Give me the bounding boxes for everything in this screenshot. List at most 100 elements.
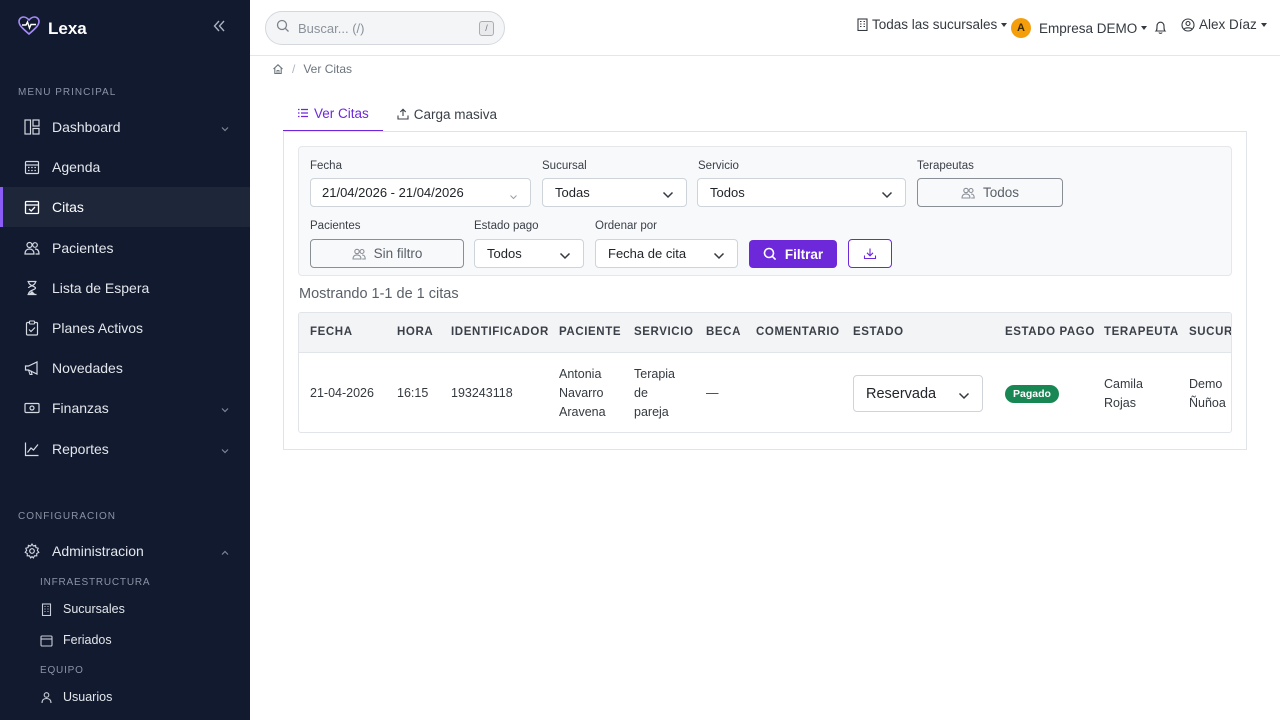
search-icon <box>276 19 290 38</box>
notifications-button[interactable] <box>1154 20 1167 35</box>
sidebar-item-planes-activos[interactable]: Planes Activos <box>0 308 250 348</box>
tab-carga-masiva[interactable]: Carga masiva <box>383 96 511 132</box>
chevron-down-icon <box>958 389 970 400</box>
column-header-identificador[interactable]: IDENTIFICADOR <box>451 326 549 338</box>
home-icon[interactable] <box>272 63 284 75</box>
breadcrumb-separator: / <box>292 62 296 76</box>
sidebar-item-citas[interactable]: Citas <box>0 187 250 227</box>
column-header-servicio[interactable]: SERVICIO <box>634 326 694 338</box>
chevron-down-icon <box>509 189 518 200</box>
column-header-comentario[interactable]: COMENTARIO <box>756 326 840 338</box>
column-header-hora[interactable]: HORA <box>397 326 433 338</box>
bell-icon <box>1154 20 1167 35</box>
search-input[interactable]: Buscar... (/) / <box>265 11 505 45</box>
company-selector[interactable]: A Empresa DEMO <box>1011 18 1148 38</box>
chart-line-icon <box>24 441 40 457</box>
sidebar-item-finanzas[interactable]: Finanzas <box>0 388 250 428</box>
estado-pago-select[interactable]: Todos <box>474 239 584 268</box>
gear-icon <box>24 543 40 559</box>
sidebar-item-label: Administracion <box>52 543 144 559</box>
column-header-estado[interactable]: ESTADO <box>853 326 904 338</box>
terapeutas-filter-button[interactable]: Todos <box>917 178 1063 207</box>
users-icon <box>961 187 975 199</box>
building-icon <box>40 602 53 616</box>
sidebar-item-lista-espera[interactable]: Lista de Espera <box>0 268 250 308</box>
tab-label: Ver Citas <box>314 105 369 121</box>
sucursal-value: Todas <box>555 185 590 200</box>
column-header-paciente[interactable]: PACIENTE <box>559 326 621 338</box>
cell-beca: — <box>706 386 719 400</box>
filter-label-ordenar: Ordenar por <box>595 220 658 232</box>
pacientes-filter-button[interactable]: Sin filtro <box>310 239 464 268</box>
branch-selector[interactable]: Todas las sucursales <box>857 17 1008 32</box>
users-icon <box>24 240 40 256</box>
sidebar-item-label: Citas <box>52 199 84 215</box>
dashboard-icon <box>24 119 40 135</box>
sidebar-item-agenda[interactable]: Agenda <box>0 147 250 187</box>
sidebar-subitem-usuarios[interactable]: Usuarios <box>40 685 112 709</box>
sidebar-item-label: Pacientes <box>52 240 114 256</box>
building-icon <box>857 18 868 31</box>
sidebar-subitem-sucursales[interactable]: Sucursales <box>40 597 125 621</box>
section-label-menu: MENU PRINCIPAL <box>18 87 117 98</box>
collapse-sidebar-button[interactable] <box>213 18 231 36</box>
clipboard-check-icon <box>24 320 40 336</box>
column-header-beca[interactable]: BECA <box>706 326 741 338</box>
sidebar-item-pacientes[interactable]: Pacientes <box>0 228 250 268</box>
sidebar-subitem-feriados[interactable]: Feriados <box>40 628 112 652</box>
user-icon <box>40 691 53 704</box>
cell-fecha: 21-04-2026 <box>310 386 374 400</box>
sidebar-item-reportes[interactable]: Reportes <box>0 429 250 469</box>
chevron-down-icon <box>662 188 674 199</box>
download-button[interactable] <box>848 239 892 268</box>
sidebar: Lexa MENU PRINCIPAL Dashboard Agenda Cit… <box>0 0 250 720</box>
filter-label-terapeutas: Terapeutas <box>917 160 974 172</box>
chevron-down-icon <box>881 188 893 199</box>
sucursal-select[interactable]: Todas <box>542 178 687 207</box>
company-name: Empresa DEMO <box>1039 20 1138 36</box>
servicio-line: de <box>634 386 648 400</box>
cell-hora: 16:15 <box>397 386 429 400</box>
caret-down-icon <box>1141 26 1148 30</box>
filter-button-label: Filtrar <box>784 246 824 262</box>
company-avatar: A <box>1011 18 1031 38</box>
brand[interactable]: Lexa <box>18 16 87 41</box>
users-icon <box>352 248 366 260</box>
filter-button[interactable]: Filtrar <box>749 240 837 268</box>
estado-value: Reservada <box>866 385 937 402</box>
section-label-config: CONFIGURACION <box>18 511 116 522</box>
app-name: Lexa <box>48 18 87 38</box>
servicio-select[interactable]: Todos <box>697 178 906 207</box>
sidebar-item-label: Finanzas <box>52 400 109 416</box>
sub-section-infraestructura: INFRAESTRUCTURA <box>40 577 151 588</box>
terapeuta-line: Camila <box>1104 377 1143 391</box>
sidebar-item-dashboard[interactable]: Dashboard <box>0 107 250 147</box>
terapeuta-line: Rojas <box>1104 396 1136 410</box>
column-header-terapeuta[interactable]: TERAPEUTA <box>1104 326 1179 338</box>
servicio-line: pareja <box>634 405 669 419</box>
user-name: Alex Díaz <box>1199 17 1257 32</box>
column-header-fecha[interactable]: FECHA <box>310 326 353 338</box>
sidebar-item-administracion[interactable]: Administracion <box>0 531 250 571</box>
sidebar-item-novedades[interactable]: Novedades <box>0 348 250 388</box>
user-menu[interactable]: Alex Díaz <box>1181 17 1267 32</box>
chevron-up-icon <box>220 545 230 555</box>
breadcrumb: / Ver Citas <box>272 62 352 76</box>
sucursal-line: Ñuñoa <box>1189 396 1226 410</box>
sidebar-item-label: Lista de Espera <box>52 280 150 296</box>
terapeutas-value: Todos <box>982 185 1020 200</box>
date-range-field[interactable]: 21/04/2026 - 21/04/2026 <box>310 178 531 207</box>
chevron-down-icon <box>559 249 571 260</box>
column-header-estado-pago[interactable]: ESTADO PAGO <box>1005 326 1095 338</box>
topbar: Buscar... (/) / Todas las sucursales A E… <box>250 0 1280 56</box>
estado-select[interactable]: Reservada <box>853 375 983 412</box>
tab-ver-citas[interactable]: Ver Citas <box>283 96 383 132</box>
search-shortcut-key: / <box>479 21 494 36</box>
tab-label: Carga masiva <box>413 106 498 122</box>
ordenar-select[interactable]: Fecha de cita <box>595 239 738 268</box>
search-icon <box>763 247 777 261</box>
megaphone-icon <box>24 360 40 376</box>
column-header-sucursal[interactable]: SUCURS <box>1189 326 1231 338</box>
estado-pago-value: Todos <box>487 246 522 261</box>
sub-section-equipo: EQUIPO <box>40 665 84 676</box>
